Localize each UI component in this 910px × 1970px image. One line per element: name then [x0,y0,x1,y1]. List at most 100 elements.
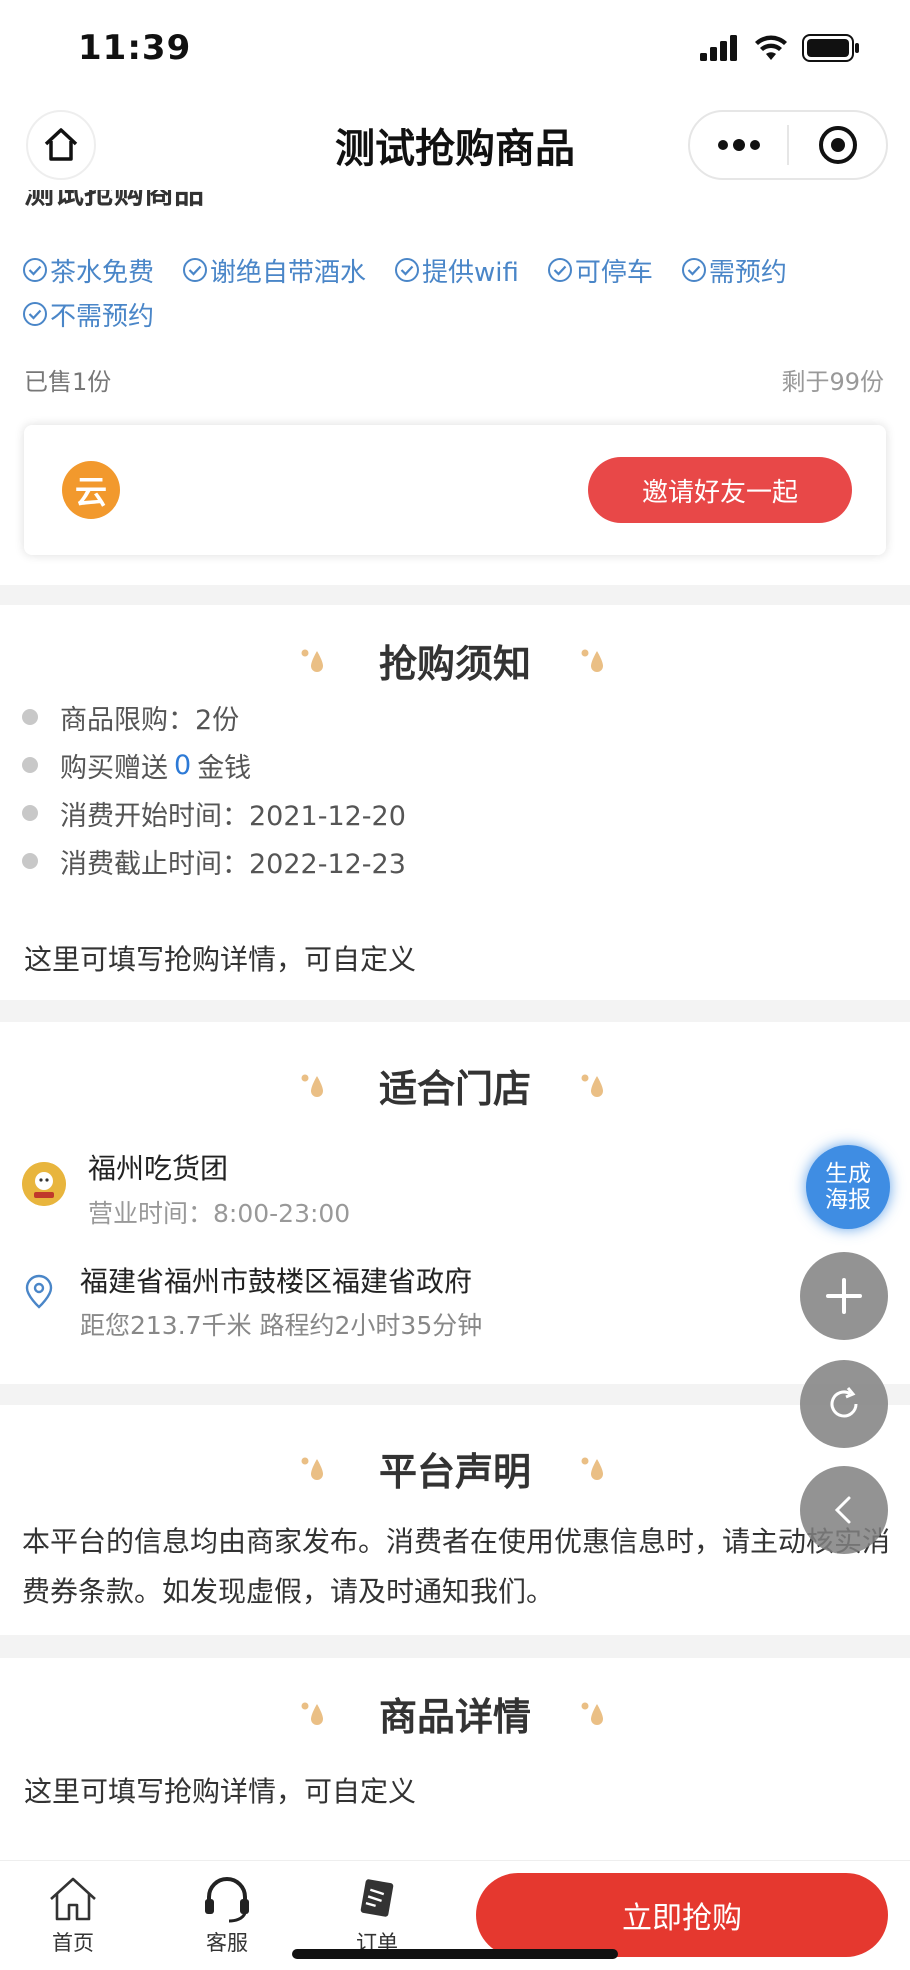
store-avatar[interactable] [22,1162,66,1206]
invite-card: 云 邀请好友一起 [24,425,886,555]
service-tags: 茶水免费 谢绝自带酒水 提供wifi 可停车 需预约 不需预约 [22,248,902,336]
tag-label: 不需预约 [50,301,155,332]
invite-friends-button[interactable]: 邀请好友一起 [588,457,852,523]
plus-icon [826,1278,862,1314]
tag-item: 可停车 [547,248,653,292]
details-section: 商品详情 这里可填写抢购详情，可自定义 [0,1658,910,1860]
status-time: 11:39 [78,28,192,68]
tab-label: 首页 [52,1931,94,1955]
check-circle-icon [547,258,572,282]
end-time: 消费截止时间：2022-12-23 [60,848,406,880]
drops-icon [581,1457,603,1480]
remaining-count: 剩于99份 [781,368,884,396]
wifi-icon [755,35,787,60]
tab-home[interactable]: 首页 [28,1875,118,1957]
tab-label: 客服 [206,1931,248,1955]
check-circle-icon [183,258,208,282]
section-title: 平台声明 [378,1450,531,1494]
more-button[interactable] [690,112,787,178]
notice-detail: 这里可填写抢购详情，可自定义 [24,943,417,976]
store-address[interactable]: 福建省福州市鼓楼区福建省政府 [80,1260,472,1300]
product-info-card: 测试抢购商品 茶水免费 谢绝自带酒水 提供wifi 可停车 需预约 不需预约 已… [0,190,910,585]
drops-icon [301,649,323,672]
more-dots-icon [717,139,760,151]
drops-icon [301,1702,323,1725]
tag-label: 可停车 [574,257,653,288]
refresh-icon [830,1387,858,1418]
add-button[interactable] [800,1252,888,1340]
check-circle-icon [395,258,420,282]
section-title: 商品详情 [378,1695,531,1739]
bullet-dot [22,757,38,773]
tab-service[interactable]: 客服 [182,1875,272,1957]
notice-list: 商品限购：2份 购买赠送 0 金钱 消费开始时间：2021-12-20 消费截止时间… [20,693,406,885]
declaration-text: 本平台的信息均由商家发布。消费者在使用优惠信息时，请主动核实消费券条款。如发现虚… [22,1525,891,1608]
headset-icon [205,1877,249,1923]
check-circle-icon [23,258,47,282]
tag-label: 谢绝自带酒水 [210,257,367,288]
chevron-left-icon [834,1496,851,1524]
drops-icon [301,1457,323,1480]
tag-item: 不需预约 [22,292,154,336]
bullet-dot [22,709,38,725]
declaration-section: 平台声明 本平台的信息均由商家发布。消费者在使用优惠信息时，请主动核实消费券条款… [0,1405,910,1635]
status-bar: 11:39 [0,0,910,100]
battery-icon [802,34,859,62]
home-outline-icon [50,1877,96,1921]
tab-orders[interactable]: 订单 [332,1875,422,1957]
list-item: 购买赠送 0 金钱 [20,741,406,789]
check-circle-icon [23,302,47,326]
bottom-action-bar: 首页 客服 订单 立即抢购 [0,1860,910,1970]
signal-icon [700,35,737,61]
bullet-dot [22,853,38,869]
tag-item: 茶水免费 [22,248,154,292]
refresh-button[interactable] [800,1360,888,1448]
orders-icon [360,1879,394,1917]
store-logo-icon [22,1162,66,1206]
list-item: 商品限购：2份 [20,693,406,741]
drops-icon [301,1074,323,1097]
back-button[interactable] [800,1466,888,1554]
section-header: 商品详情 [0,1686,910,1741]
section-title: 适合门店 [378,1067,531,1111]
bullet-dot [22,805,38,821]
tag-item: 提供wifi [394,248,519,292]
store-name[interactable]: 福州吃货团 [88,1147,228,1187]
store-hours: 营业时间：8:00-23:00 [88,1199,351,1228]
drops-icon [581,649,603,672]
notice-section: 抢购须知 商品限购：2份 购买赠送 0 金钱 消费开始时间：2021-12-20 消… [0,605,910,1000]
list-item: 消费开始时间：2021-12-20 [20,789,406,837]
section-title: 抢购须知 [378,642,531,686]
tag-label: 提供wifi [422,257,519,288]
gift-suffix: 金钱 [197,752,252,784]
yun-logo-icon: 云 [62,461,120,519]
buy-now-button[interactable]: 立即抢购 [476,1873,888,1957]
tag-item: 谢绝自带酒水 [182,248,366,292]
store-distance: 距您213.7千米 路程约2小时35分钟 [80,1311,483,1340]
section-header: 适合门店 [0,1058,910,1113]
sold-count: 已售1份 [24,368,112,396]
details-text: 这里可填写抢购详情，可自定义 [24,1775,417,1808]
start-time: 消费开始时间：2021-12-20 [60,800,406,832]
target-close-icon [818,126,857,164]
list-item: 消费截止时间：2022-12-23 [20,837,406,885]
status-icons [700,34,860,62]
tag-label: 需预约 [708,257,787,288]
check-circle-icon [681,258,706,282]
gift-prefix: 购买赠送 [60,752,168,784]
tag-item: 需预约 [681,248,787,292]
section-header: 平台声明 [0,1441,910,1496]
stores-section: 适合门店 福州吃货团 营业时间：8:00-23:00 福建省福州市鼓楼区福建省政… [0,1022,910,1384]
gift-value: 0 [174,749,192,781]
drops-icon [581,1074,603,1097]
purchase-limit: 商品限购：2份 [60,704,240,736]
product-title: 测试抢购商品 [24,190,204,211]
tag-label: 茶水免费 [50,257,155,288]
drops-icon [581,1702,603,1725]
generate-poster-button[interactable]: 生成 海报 [806,1145,890,1229]
mini-program-capsule [688,110,888,180]
close-miniprogram-button[interactable] [789,112,886,178]
nav-bar: 测试抢购商品 [0,100,910,190]
location-pin-icon [25,1274,53,1309]
section-header: 抢购须知 [0,633,910,688]
